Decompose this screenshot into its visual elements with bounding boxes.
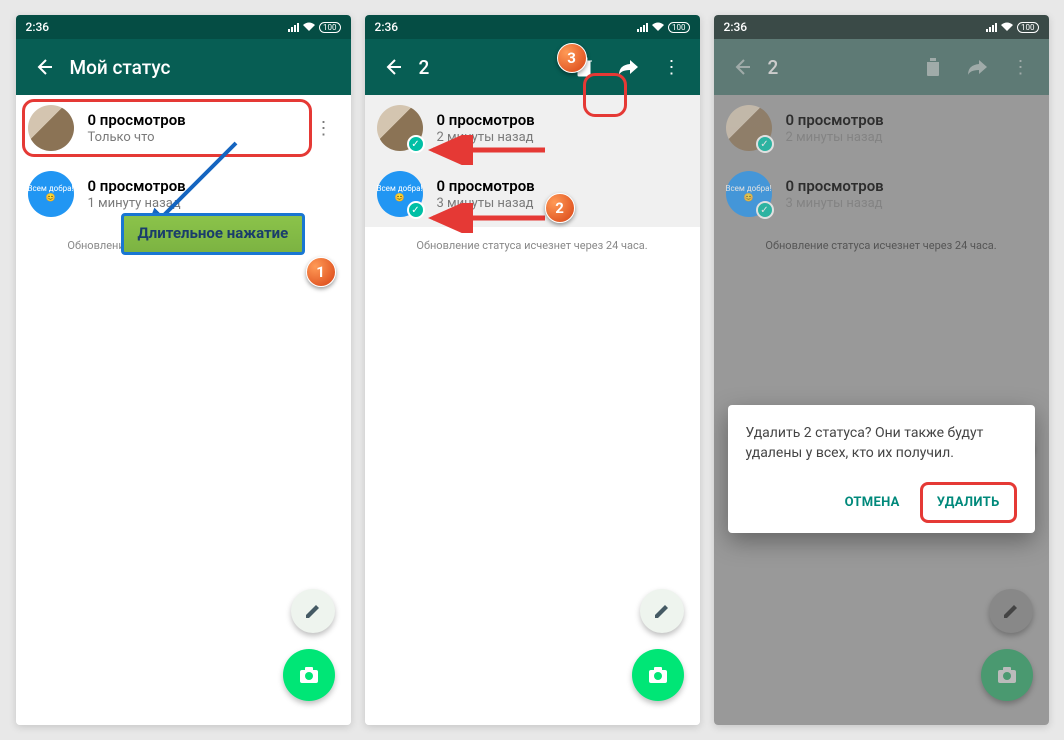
- check-icon: ✓: [756, 201, 774, 219]
- dialog-cancel-button[interactable]: ОТМЕНА: [835, 482, 910, 523]
- content: ✓ 0 просмотров 2 минуты назад Всем добра…: [714, 95, 1049, 725]
- row-subtitle: 3 минуты назад: [786, 196, 1037, 211]
- pencil-icon: [652, 601, 672, 621]
- check-icon: ✓: [756, 135, 774, 153]
- step-badge-1: 1: [306, 257, 336, 287]
- back-button[interactable]: [371, 45, 415, 89]
- avatar-photo: ✓: [726, 105, 772, 151]
- highlight-confirm: УДАЛИТЬ: [920, 482, 1017, 523]
- row-title: 0 просмотров: [88, 111, 309, 129]
- camera-fab[interactable]: [283, 649, 335, 701]
- screen-1: 2:36 100 Мой статус 0 просмотров Только …: [16, 15, 351, 725]
- row-title: 0 просмотров: [786, 177, 1037, 195]
- screen-3: 2:36 100 2 ⋮ ✓ 0 просмотров 2 минут: [714, 15, 1049, 725]
- status-row-2: Всем добра!😊 ✓ 0 просмотров 3 минуты наз…: [714, 161, 1049, 227]
- camera-fab[interactable]: [632, 649, 684, 701]
- camera-fab[interactable]: [981, 649, 1033, 701]
- more-button[interactable]: ⋮: [999, 45, 1043, 89]
- status-row-1: ✓ 0 просмотров 2 минуты назад: [714, 95, 1049, 161]
- edit-fab[interactable]: [640, 589, 684, 633]
- row-title: 0 просмотров: [437, 111, 688, 129]
- footer-note: Обновление статуса исчезнет через 24 час…: [714, 227, 1049, 264]
- edit-fab[interactable]: [989, 589, 1033, 633]
- camera-icon: [646, 663, 670, 687]
- avatar-blue: Всем добра!😊: [28, 171, 74, 217]
- pencil-icon: [303, 601, 323, 621]
- step-badge-3: 3: [557, 43, 587, 73]
- status-bar: 2:36 100: [714, 15, 1049, 39]
- battery-icon: 100: [319, 22, 341, 33]
- selection-count: 2: [768, 56, 779, 79]
- edit-fab[interactable]: [291, 589, 335, 633]
- pencil-icon: [1001, 601, 1021, 621]
- screen-2: 2:36 100 2 ⋮ 3 ✓ 0 просмотров: [365, 15, 700, 725]
- status-icons: 100: [288, 22, 341, 33]
- status-time: 2:36: [26, 20, 50, 34]
- forward-icon: [966, 58, 988, 76]
- back-button[interactable]: [22, 45, 66, 89]
- status-icons: 100: [637, 22, 690, 33]
- wifi-icon: [1000, 22, 1014, 32]
- arrow-left-icon: [383, 57, 403, 77]
- arrow-left-icon: [732, 57, 752, 77]
- camera-icon: [297, 663, 321, 687]
- wifi-icon: [651, 22, 665, 32]
- status-bar: 2:36 100: [365, 15, 700, 39]
- signal-icon: [637, 23, 648, 32]
- check-icon: ✓: [407, 135, 425, 153]
- forward-button[interactable]: [606, 45, 650, 89]
- avatar-photo: [28, 105, 74, 151]
- check-icon: ✓: [407, 201, 425, 219]
- content: 0 просмотров Только что ⋮ Всем добра!😊 0…: [16, 95, 351, 725]
- top-bar: 2 ⋮: [365, 39, 700, 95]
- back-button[interactable]: [720, 45, 764, 89]
- callout-label: Длительное нажатие: [121, 213, 306, 255]
- signal-icon: [986, 23, 997, 32]
- forward-icon: [617, 58, 639, 76]
- wifi-icon: [302, 22, 316, 32]
- more-button[interactable]: ⋮: [650, 45, 694, 89]
- dialog-confirm-button[interactable]: УДАЛИТЬ: [927, 487, 1010, 518]
- arrow-icon: [425, 135, 555, 165]
- selection-count: 2: [419, 56, 430, 79]
- trash-icon: [924, 57, 942, 77]
- status-time: 2:36: [724, 20, 748, 34]
- arrow-left-icon: [34, 57, 54, 77]
- confirm-dialog: Удалить 2 статуса? Они также будут удале…: [728, 405, 1035, 533]
- top-bar: 2 ⋮: [714, 39, 1049, 95]
- status-icons: 100: [986, 22, 1039, 33]
- delete-button[interactable]: [911, 45, 955, 89]
- battery-icon: 100: [1017, 22, 1039, 33]
- top-bar: Мой статус: [16, 39, 351, 95]
- signal-icon: [288, 23, 299, 32]
- dialog-text: Удалить 2 статуса? Они также будут удале…: [746, 423, 1017, 464]
- camera-icon: [995, 663, 1019, 687]
- status-bar: 2:36 100: [16, 15, 351, 39]
- avatar-photo: ✓: [377, 105, 423, 151]
- status-time: 2:36: [375, 20, 399, 34]
- arrow-icon: [425, 203, 555, 233]
- row-subtitle: 2 минуты назад: [786, 130, 1037, 145]
- content: ✓ 0 просмотров 2 минуты назад Всем добра…: [365, 95, 700, 725]
- page-title: Мой статус: [70, 56, 171, 79]
- step-badge-2: 2: [545, 193, 575, 223]
- avatar-blue: Всем добра!😊 ✓: [726, 171, 772, 217]
- forward-button[interactable]: [955, 45, 999, 89]
- battery-icon: 100: [668, 22, 690, 33]
- row-title: 0 просмотров: [786, 111, 1037, 129]
- more-button[interactable]: ⋮: [309, 118, 339, 139]
- avatar-blue: Всем добра!😊 ✓: [377, 171, 423, 217]
